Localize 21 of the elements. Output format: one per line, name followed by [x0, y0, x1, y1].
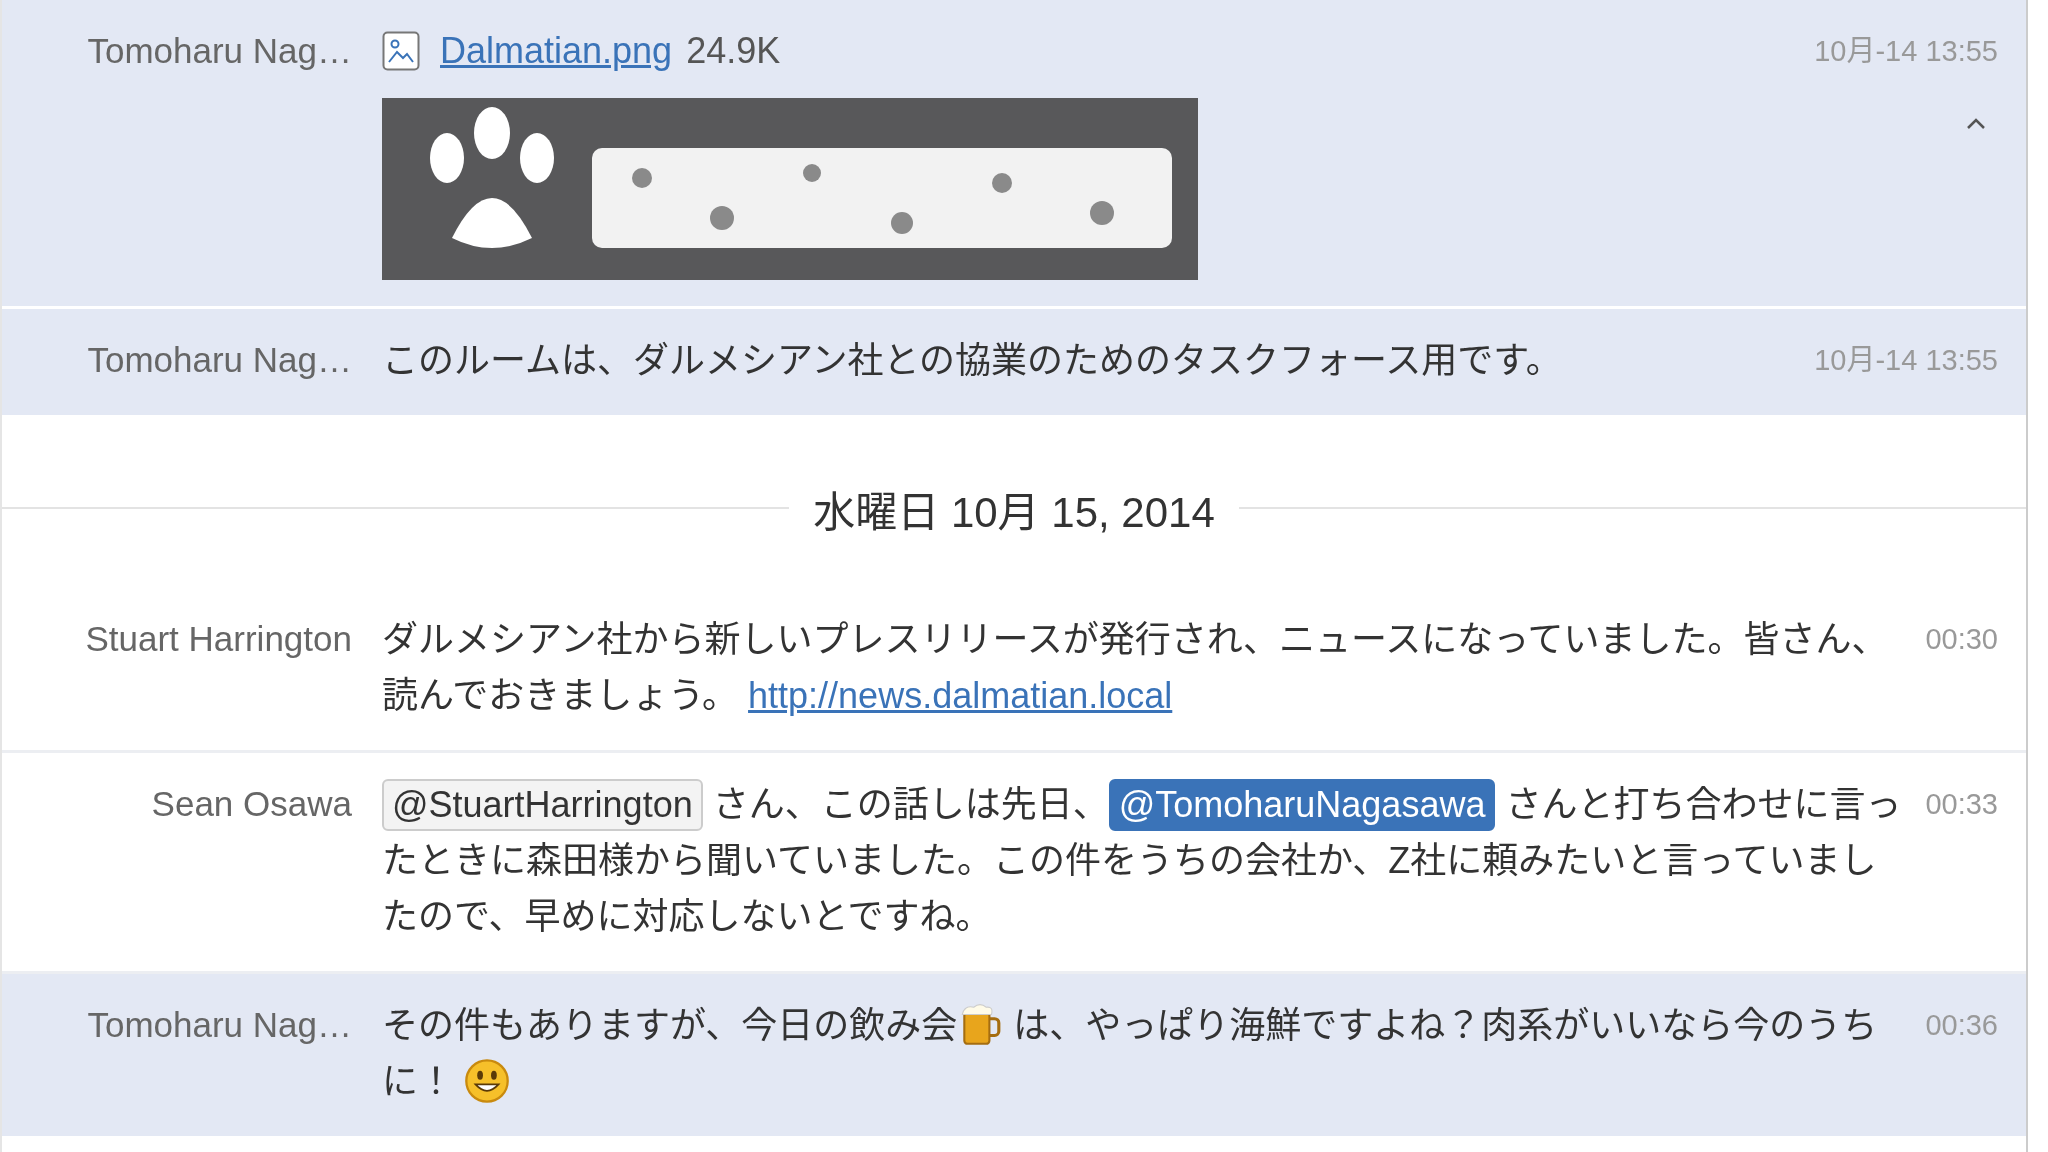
message-time: 00:36: [1925, 1008, 1998, 1043]
message-text: @StuartHarrington さん、この話しは先日、 @TomoharuNagasawa さんと打ち合わせに言ったときに森田様から聞いていました。この件をうちの会社か、Z社に頼みたいと言っていましたので、早めに対応しないとですね。: [382, 777, 1906, 945]
sender-name: Stuart Harrington: [85, 618, 352, 660]
message-time: 10月-14 13:55: [1814, 34, 1998, 69]
sender-name: Sean Osawa: [151, 783, 352, 825]
sender-name: Tomoharu Nag…: [87, 30, 352, 72]
message-time: 00:30: [1925, 622, 1998, 657]
file-size: 24.9K: [686, 30, 781, 72]
collapse-caret-icon[interactable]: [1966, 118, 1986, 130]
sender-name: Tomoharu Nag…: [87, 1004, 352, 1046]
sender-name: Tomoharu Nag…: [87, 339, 352, 381]
message-text: このルームは、ダルメシアン社との協業のためのタスクフォース用です。: [382, 339, 1563, 383]
message-time: 00:33: [1925, 787, 1998, 822]
image-file-icon: [382, 31, 420, 71]
smiley-icon: [464, 1058, 510, 1104]
date-divider-label: 水曜日 10月 15, 2014: [813, 487, 1215, 538]
message-text: ダルメシアン社から新しいプレスリリースが発行され、ニュースになっていました。皆さん、読んでおきましょう。 http://news.dalmatian.local: [382, 618, 1889, 718]
message-time: 10月-14 13:55: [1814, 343, 1998, 378]
message-link[interactable]: http://news.dalmatian.local: [748, 675, 1173, 716]
file-link[interactable]: Dalmatian.png: [440, 30, 673, 72]
message-text: その件もありますが、今日の飲み会 は、やっぱり海鮮ですよね？肉系がいいなら今のうちに！: [382, 998, 1906, 1110]
